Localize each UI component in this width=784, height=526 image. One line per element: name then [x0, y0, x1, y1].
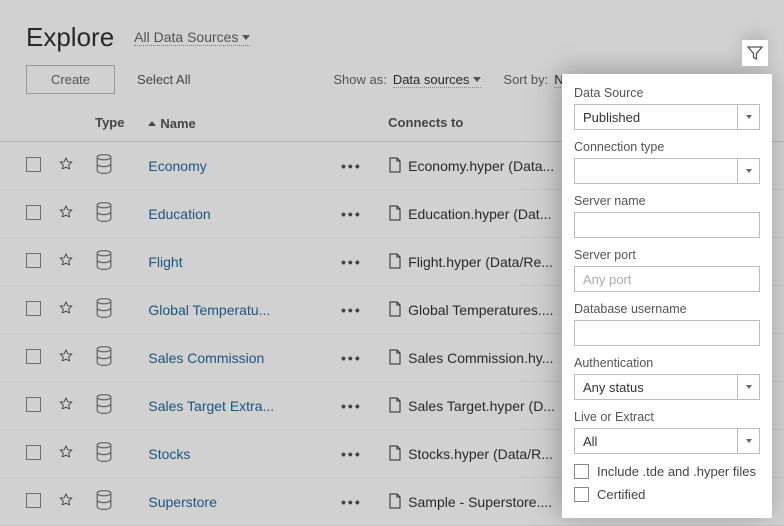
row-actions[interactable]: ••• — [341, 350, 362, 366]
authentication-label: Authentication — [574, 356, 760, 370]
authentication-select[interactable]: Any status — [574, 374, 760, 400]
datasource-link[interactable]: Global Temperatu... — [148, 302, 270, 318]
database-icon — [95, 442, 113, 462]
connection-type-select[interactable] — [574, 158, 760, 184]
file-icon — [388, 253, 402, 269]
datasource-link[interactable]: Sales Target Extra... — [148, 398, 274, 414]
funnel-icon — [747, 45, 763, 61]
chevron-down-icon — [746, 385, 752, 389]
show-as-dropdown[interactable]: Data sources — [393, 72, 482, 88]
certified-label: Certified — [597, 487, 645, 502]
live-extract-select[interactable]: All — [574, 428, 760, 454]
chevron-down-icon — [746, 169, 752, 173]
row-actions[interactable]: ••• — [341, 158, 362, 174]
live-extract-label: Live or Extract — [574, 410, 760, 424]
col-name[interactable]: Name — [140, 104, 333, 142]
sort-by-label: Sort by: — [503, 72, 548, 87]
create-button[interactable]: Create — [26, 65, 115, 94]
row-checkbox[interactable] — [26, 157, 41, 172]
show-as-label: Show as: — [333, 72, 386, 87]
row-actions[interactable]: ••• — [341, 206, 362, 222]
connects-to-text: Sample - Superstore.... — [408, 494, 552, 510]
connects-to-text: Stocks.hyper (Data/R... — [408, 446, 553, 462]
row-checkbox[interactable] — [26, 301, 41, 316]
row-actions[interactable]: ••• — [341, 446, 362, 462]
server-name-label: Server name — [574, 194, 760, 208]
file-icon — [388, 301, 402, 317]
database-icon — [95, 202, 113, 222]
row-checkbox[interactable] — [26, 445, 41, 460]
scope-dropdown[interactable]: All Data Sources — [134, 29, 250, 46]
filter-panel: Data Source Published Connection type Se… — [562, 74, 772, 518]
datasource-link[interactable]: Education — [148, 206, 210, 222]
row-actions[interactable]: ••• — [341, 398, 362, 414]
connects-to-text: Sales Commission.hy... — [408, 350, 553, 366]
row-checkbox[interactable] — [26, 253, 41, 268]
server-name-input[interactable] — [574, 212, 760, 238]
star-icon[interactable] — [58, 204, 74, 220]
file-icon — [388, 205, 402, 221]
row-checkbox[interactable] — [26, 397, 41, 412]
page-title: Explore — [26, 22, 114, 53]
connection-type-label: Connection type — [574, 140, 760, 154]
select-all-link[interactable]: Select All — [137, 72, 190, 87]
row-actions[interactable]: ••• — [341, 254, 362, 270]
file-icon — [388, 493, 402, 509]
connects-to-text: Economy.hyper (Data... — [408, 158, 554, 174]
chevron-down-icon — [473, 77, 481, 82]
star-icon[interactable] — [58, 444, 74, 460]
show-as-value: Data sources — [393, 72, 470, 87]
server-port-input[interactable] — [574, 266, 760, 292]
star-icon[interactable] — [58, 396, 74, 412]
database-icon — [95, 394, 113, 414]
file-icon — [388, 157, 402, 173]
data-source-select[interactable]: Published — [574, 104, 760, 130]
row-checkbox[interactable] — [26, 205, 41, 220]
datasource-link[interactable]: Economy — [148, 158, 206, 174]
row-actions[interactable]: ••• — [341, 302, 362, 318]
database-icon — [95, 154, 113, 174]
db-username-label: Database username — [574, 302, 760, 316]
connects-to-text: Sales Target.hyper (D... — [408, 398, 555, 414]
star-icon[interactable] — [58, 300, 74, 316]
db-username-input[interactable] — [574, 320, 760, 346]
chevron-down-icon — [242, 35, 250, 40]
sort-asc-icon — [148, 121, 156, 126]
datasource-link[interactable]: Stocks — [148, 446, 190, 462]
datasource-link[interactable]: Sales Commission — [148, 350, 264, 366]
file-icon — [388, 349, 402, 365]
scope-label: All Data Sources — [134, 29, 238, 45]
col-type[interactable]: Type — [87, 104, 140, 142]
include-files-label: Include .tde and .hyper files — [597, 464, 756, 479]
connects-to-text: Global Temperatures.... — [408, 302, 553, 318]
row-actions[interactable]: ••• — [341, 494, 362, 510]
chevron-down-icon — [746, 439, 752, 443]
database-icon — [95, 250, 113, 270]
chevron-down-icon — [746, 115, 752, 119]
connects-to-text: Flight.hyper (Data/Re... — [408, 254, 553, 270]
include-files-checkbox[interactable] — [574, 464, 589, 479]
database-icon — [95, 298, 113, 318]
row-checkbox[interactable] — [26, 349, 41, 364]
database-icon — [95, 490, 113, 510]
datasource-link[interactable]: Flight — [148, 254, 182, 270]
row-checkbox[interactable] — [26, 493, 41, 508]
star-icon[interactable] — [58, 348, 74, 364]
server-port-label: Server port — [574, 248, 760, 262]
star-icon[interactable] — [58, 492, 74, 508]
certified-checkbox[interactable] — [574, 487, 589, 502]
filter-toggle[interactable] — [742, 40, 768, 66]
connects-to-text: Education.hyper (Dat... — [408, 206, 551, 222]
star-icon[interactable] — [58, 156, 74, 172]
file-icon — [388, 445, 402, 461]
datasource-link[interactable]: Superstore — [148, 494, 216, 510]
file-icon — [388, 397, 402, 413]
data-source-label: Data Source — [574, 86, 760, 100]
database-icon — [95, 346, 113, 366]
star-icon[interactable] — [58, 252, 74, 268]
